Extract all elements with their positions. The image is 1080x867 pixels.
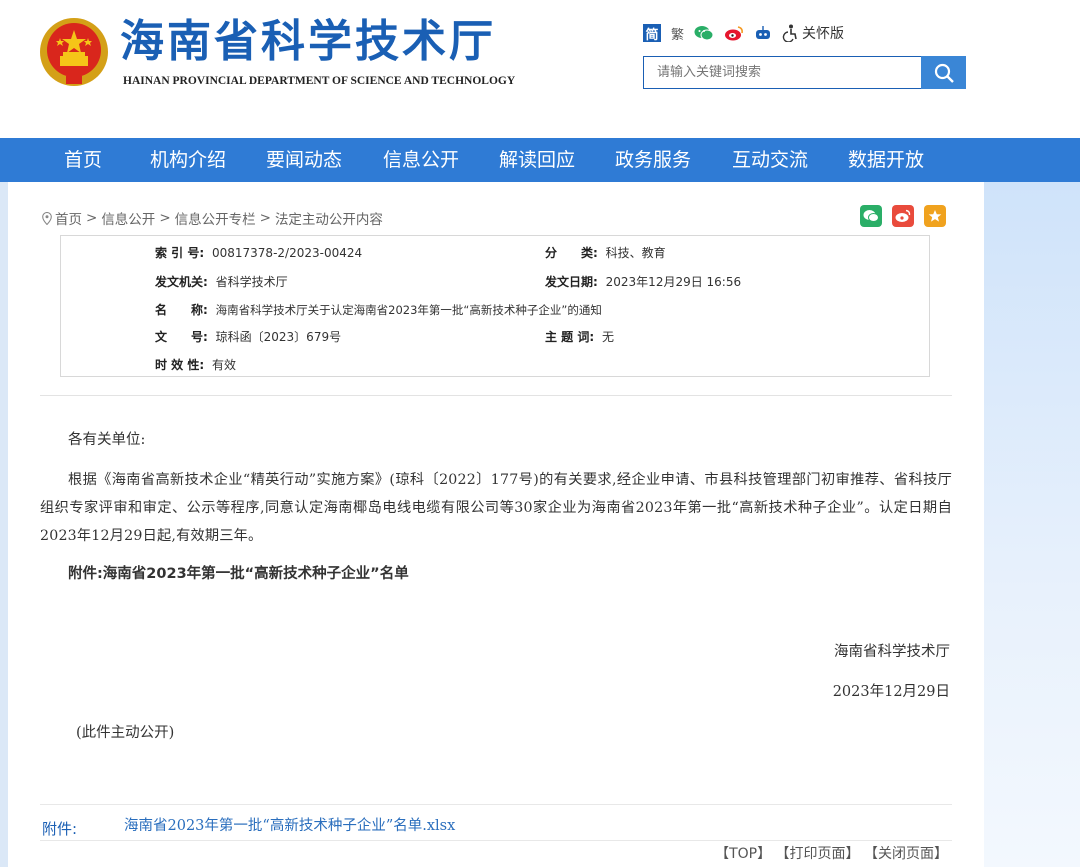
share-buttons (860, 205, 946, 227)
attachment-download-link[interactable]: 海南省2023年第一批“高新技术种子企业”名单.xlsx (124, 814, 455, 835)
site-header: 海南省科学技术厅 HAINAN PROVINCIAL DEPARTMENT OF… (0, 0, 1080, 138)
meta-name-label: 名 称: (155, 303, 208, 317)
meta-validity-label: 时 效 性: (155, 358, 204, 372)
accessibility-icon[interactable] (782, 24, 798, 42)
share-weibo-button[interactable] (892, 205, 914, 227)
robot-icon[interactable] (754, 25, 772, 41)
meta-issuer-value: 省科学技术厅 (216, 275, 288, 289)
nav-item-disclosure[interactable]: 信息公开 (383, 138, 459, 182)
breadcrumb-separator: > (86, 210, 97, 226)
meta-docno-value: 琼科函〔2023〕679号 (216, 330, 341, 344)
weibo-icon (895, 209, 911, 223)
main-nav: 首页 机构介绍 要闻动态 信息公开 解读回应 政务服务 互动交流 数据开放 (0, 138, 1080, 182)
meta-docno-label: 文 号: (155, 330, 208, 344)
left-background-band (0, 182, 8, 867)
meta-issuer-label: 发文机关: (155, 275, 208, 289)
meta-name-value: 海南省科学技术厅关于认定海南省2023年第一批“高新技术种子企业”的通知 (216, 303, 602, 317)
article-signature: 海南省科学技术厅 (834, 640, 950, 661)
meta-index-label: 索 引 号: (155, 246, 204, 260)
simplified-chinese-button[interactable]: 简 (643, 24, 661, 42)
nav-item-open-data[interactable]: 数据开放 (848, 138, 924, 182)
header-tools: 简 繁 关怀版 (643, 22, 844, 44)
meta-name: 名 称: 海南省科学技术厅关于认定海南省2023年第一批“高新技术种子企业”的通… (155, 301, 602, 318)
article-salutation: 各有关单位: (68, 426, 145, 454)
share-favorite-button[interactable] (924, 205, 946, 227)
meta-date-label: 发文日期: (545, 275, 598, 289)
article-public-note: (此件主动公开) (76, 719, 174, 747)
nav-item-about[interactable]: 机构介绍 (150, 138, 226, 182)
site-subtitle: HAINAN PROVINCIAL DEPARTMENT OF SCIENCE … (123, 75, 515, 87)
print-page-link[interactable]: 【打印页面】 (776, 846, 860, 862)
attachment-label: 附件: (42, 818, 77, 839)
share-wechat-button[interactable] (860, 205, 882, 227)
search-button[interactable] (921, 56, 966, 89)
meta-date: 发文日期: 2023年12月29日 16:56 (545, 273, 741, 290)
search-input[interactable] (643, 56, 921, 89)
location-pin-icon (42, 212, 52, 225)
meta-docno: 文 号: 琼科函〔2023〕679号 (155, 328, 341, 345)
breadcrumb-separator: > (159, 210, 170, 226)
divider (40, 840, 952, 841)
nav-item-news[interactable]: 要闻动态 (266, 138, 342, 182)
right-background-band (984, 182, 1080, 867)
weibo-icon[interactable] (724, 25, 744, 41)
breadcrumb-disclosure[interactable]: 信息公开 (101, 208, 155, 228)
breadcrumb-home[interactable]: 首页 (55, 208, 82, 228)
meta-subject-label: 主 题 词: (545, 330, 594, 344)
back-to-top-link[interactable]: 【TOP】 (715, 846, 771, 862)
meta-index-value: 00817378-2/2023-00424 (212, 246, 362, 260)
meta-validity: 时 效 性: 有效 (155, 356, 236, 373)
search-bar (643, 56, 966, 89)
wechat-icon[interactable] (694, 25, 714, 41)
close-page-link[interactable]: 【关闭页面】 (864, 846, 948, 862)
care-mode-link[interactable]: 关怀版 (802, 23, 844, 43)
nav-item-home[interactable]: 首页 (64, 138, 102, 182)
meta-category-label: 分 类: (545, 246, 598, 260)
article-attachment-line: 附件:海南省2023年第一批“高新技术种子企业”名单 (68, 560, 409, 588)
traditional-chinese-button[interactable]: 繁 (671, 24, 684, 43)
document-metadata-box: 索 引 号: 00817378-2/2023-00424 分 类: 科技、教育 … (60, 235, 930, 377)
meta-category-value: 科技、教育 (606, 246, 666, 260)
wechat-icon (863, 209, 879, 223)
star-icon (928, 209, 942, 223)
national-emblem-icon (36, 16, 112, 92)
meta-index: 索 引 号: 00817378-2/2023-00424 (155, 244, 362, 261)
page-actions: 【TOP】 【打印页面】 【关闭页面】 (715, 843, 948, 863)
search-icon (933, 62, 955, 84)
meta-subject: 主 题 词: 无 (545, 328, 614, 345)
meta-issuer: 发文机关: 省科学技术厅 (155, 273, 288, 290)
article-sign-date: 2023年12月29日 (833, 680, 950, 701)
meta-subject-value: 无 (602, 330, 614, 344)
meta-category: 分 类: 科技、教育 (545, 244, 666, 261)
nav-item-interaction[interactable]: 互动交流 (732, 138, 808, 182)
nav-item-services[interactable]: 政务服务 (615, 138, 691, 182)
meta-validity-value: 有效 (212, 358, 236, 372)
site-title: 海南省科学技术厅 (120, 14, 496, 70)
nav-item-interpretation[interactable]: 解读回应 (499, 138, 575, 182)
breadcrumb-statutory-content[interactable]: 法定主动公开内容 (275, 208, 383, 228)
breadcrumb-separator: > (260, 210, 271, 226)
breadcrumb-disclosure-column[interactable]: 信息公开专栏 (175, 208, 256, 228)
breadcrumb: 首页 > 信息公开 > 信息公开专栏 > 法定主动公开内容 (42, 208, 383, 228)
divider (40, 804, 952, 805)
divider (40, 395, 952, 396)
meta-date-value: 2023年12月29日 16:56 (606, 275, 741, 289)
article-paragraph: 根据《海南省高新技术企业“精英行动”实施方案》(琼科〔2022〕177号)的有关… (40, 466, 952, 550)
